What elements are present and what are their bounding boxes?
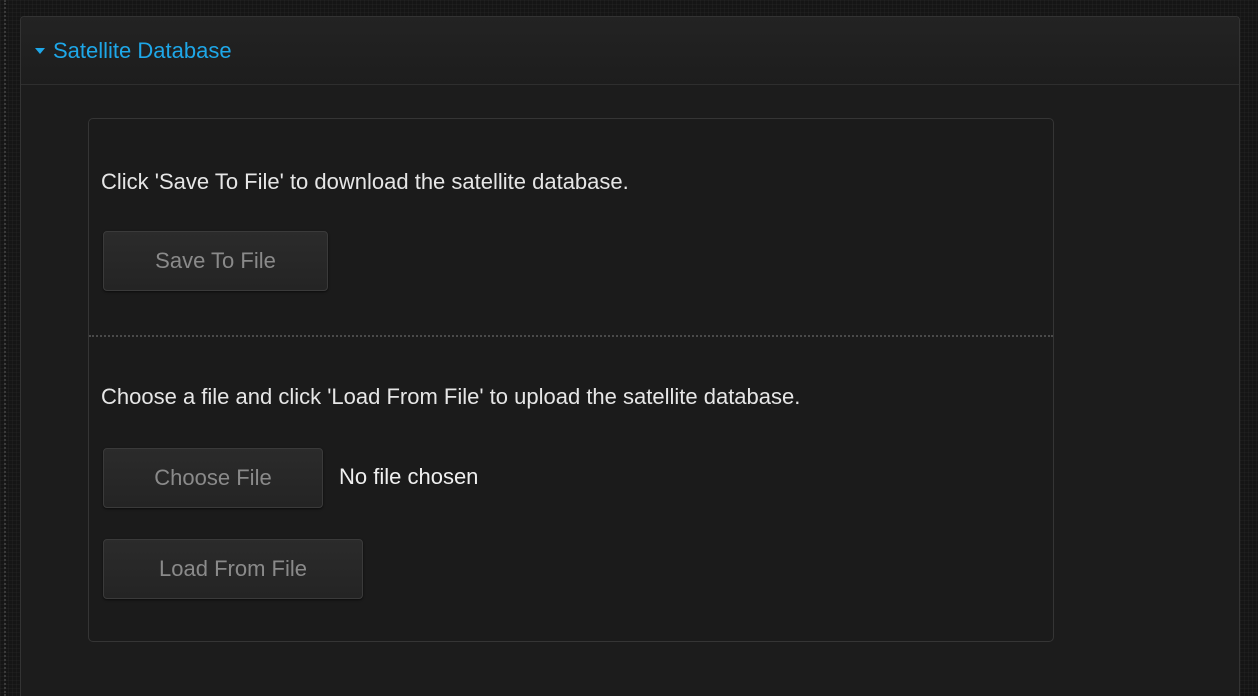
database-actions-box: Click 'Save To File' to download the sat…: [88, 118, 1054, 642]
panel-header[interactable]: Satellite Database: [21, 17, 1239, 85]
left-dotted-edge: [4, 0, 6, 696]
satellite-database-panel: Satellite Database Click 'Save To File' …: [20, 16, 1240, 696]
load-description: Choose a file and click 'Load From File'…: [101, 384, 801, 409]
save-to-file-button[interactable]: Save To File: [103, 231, 328, 291]
load-from-file-button[interactable]: Load From File: [103, 539, 363, 599]
caret-down-icon[interactable]: [35, 48, 45, 54]
load-section: Choose a file and click 'Load From File'…: [89, 336, 1053, 641]
page: Satellite Database Click 'Save To File' …: [0, 0, 1258, 696]
save-section: Click 'Save To File' to download the sat…: [89, 119, 1053, 335]
panel-title[interactable]: Satellite Database: [53, 38, 232, 64]
file-status-text: No file chosen: [339, 464, 479, 489]
choose-file-button[interactable]: Choose File: [103, 448, 323, 508]
save-description: Click 'Save To File' to download the sat…: [101, 169, 629, 194]
